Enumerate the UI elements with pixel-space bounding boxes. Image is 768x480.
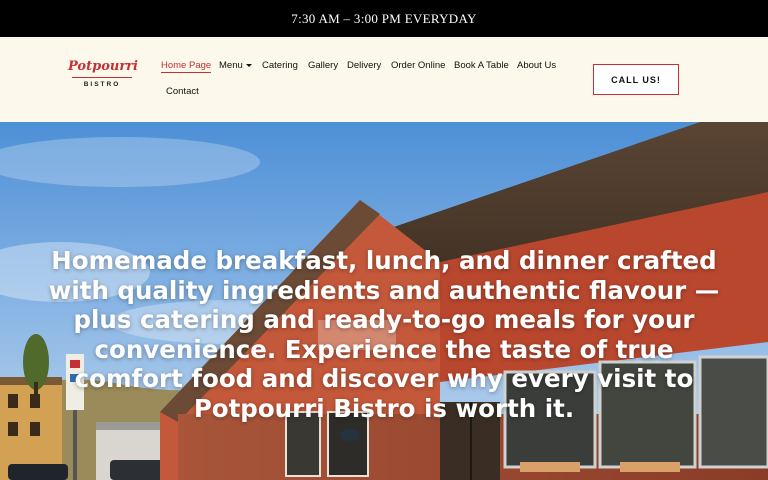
nav-menu[interactable]: Menu [219,60,252,71]
hours-bar: 7:30 AM – 3:00 PM EVERYDAY [0,0,768,37]
nav-contact[interactable]: Contact [166,86,199,97]
nav-catering[interactable]: Catering [262,60,298,71]
call-us-button[interactable]: CALL US! [593,64,679,95]
nav-delivery[interactable]: Delivery [347,60,381,71]
hero-headline: Homemade breakfast, lunch, and dinner cr… [48,246,720,423]
hero: Homemade breakfast, lunch, and dinner cr… [0,122,768,480]
site-header: Potpourri BISTRO Home Page Menu Catering… [0,37,768,122]
nav-book-table[interactable]: Book A Table [454,60,509,71]
nav-gallery[interactable]: Gallery [308,60,338,71]
nav-menu-label: Menu [219,60,243,71]
chevron-down-icon [245,63,252,67]
logo-script: Potpourri [68,59,138,74]
logo[interactable]: Potpourri BISTRO [68,59,138,99]
logo-sub: BISTRO [83,81,121,88]
logo-rule [72,77,132,78]
nav-home[interactable]: Home Page [161,60,212,73]
nav-about[interactable]: About Us [517,60,556,71]
nav-order-online[interactable]: Order Online [391,60,445,71]
hours-text: 7:30 AM – 3:00 PM EVERYDAY [291,10,477,26]
